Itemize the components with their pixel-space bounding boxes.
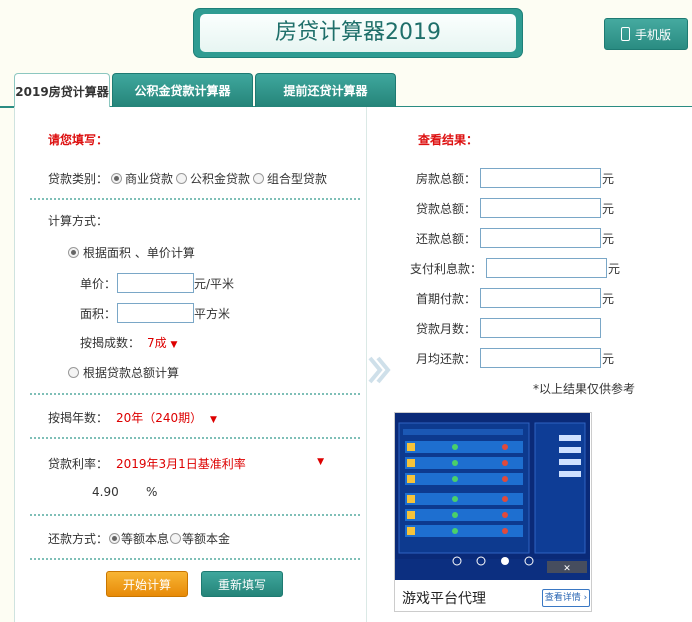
- result-unit: 元: [608, 262, 621, 276]
- loan-type-fund-radio[interactable]: [176, 173, 188, 184]
- result-down-payment-field[interactable]: [480, 288, 601, 308]
- result-unit: 元: [602, 232, 615, 246]
- loan-type-commercial-radio[interactable]: [111, 173, 123, 184]
- method-area-label: 根据面积 、单价计算: [83, 246, 195, 260]
- ad-caption: 游戏平台代理: [402, 591, 486, 607]
- method-total-radio[interactable]: [68, 367, 79, 378]
- years-label: 按揭年数：: [48, 411, 109, 425]
- result-house-total-label: 房款总额：: [415, 172, 476, 186]
- result-interest-label: 支付利息款：: [409, 262, 482, 276]
- repay-equal-payment-label: 等额本息: [121, 532, 170, 546]
- result-months-field[interactable]: [480, 318, 601, 338]
- input-section-title: 请您填写：: [48, 133, 109, 147]
- rate-percent: %: [146, 485, 158, 499]
- result-unit: 元: [602, 292, 615, 306]
- result-section-title: 查看结果：: [418, 133, 479, 147]
- divider: [30, 393, 360, 395]
- loan-type-commercial-label: 商业贷款: [125, 172, 174, 186]
- rate-value: 2019年3月1日基准利率: [116, 457, 246, 471]
- result-house-total-field[interactable]: [480, 168, 601, 188]
- start-calculation-button[interactable]: 开始计算: [106, 571, 188, 597]
- divider: [30, 437, 360, 439]
- repay-row: 还款方式： 等额本息 等额本金: [48, 530, 230, 547]
- loan-type-row: 贷款类别： 商业贷款 公积金贷款 组合型贷款: [48, 170, 327, 187]
- method-area-row: 根据面积 、单价计算: [68, 244, 195, 261]
- result-months-label: 贷款月数：: [415, 322, 476, 336]
- mortgage-ratio-label: 按揭成数：: [80, 336, 141, 350]
- tab-prepayment-calculator[interactable]: 提前还贷计算器: [255, 73, 396, 107]
- result-repay-total-label: 还款总额：: [415, 232, 476, 246]
- ad-screenshot-graphic: ✕: [395, 413, 590, 580]
- method-total-label: 根据贷款总额计算: [83, 366, 180, 380]
- dropdown-arrow-icon: ▼: [317, 457, 324, 467]
- ad-image[interactable]: ✕: [395, 413, 590, 580]
- result-interest-field[interactable]: [486, 258, 607, 278]
- rate-label: 贷款利率：: [48, 457, 109, 471]
- arrow-divider-icon: [366, 355, 392, 385]
- rate-select[interactable]: 2019年3月1日基准利率 ▼: [116, 455, 326, 472]
- repay-equal-payment-radio[interactable]: [109, 533, 121, 544]
- mobile-version-button[interactable]: 手机版: [604, 18, 688, 50]
- area-input[interactable]: [117, 303, 194, 323]
- tab-provident-fund-calculator[interactable]: 公积金贷款计算器: [112, 73, 253, 107]
- result-unit: 元: [602, 352, 615, 366]
- dropdown-arrow-icon: ▼: [210, 415, 217, 425]
- years-select[interactable]: 20年（240期） ▼: [116, 409, 217, 426]
- mortgage-ratio-value: 7成: [147, 336, 167, 350]
- repay-label: 还款方式：: [48, 532, 109, 546]
- calc-method-label: 计算方式：: [48, 214, 109, 228]
- reset-button[interactable]: 重新填写: [201, 571, 283, 597]
- result-down-payment-label: 首期付款：: [415, 292, 476, 306]
- result-unit: 元: [602, 202, 615, 216]
- result-loan-total-label: 贷款总额：: [415, 202, 476, 216]
- result-repay-total-field[interactable]: [480, 228, 601, 248]
- method-area-radio[interactable]: [68, 247, 79, 258]
- result-note: *以上结果仅供参考: [533, 382, 636, 396]
- loan-type-label: 贷款类别：: [48, 172, 109, 186]
- result-monthly-field[interactable]: [480, 348, 601, 368]
- rate-number-input[interactable]: 4.90: [92, 485, 119, 499]
- unit-price-input[interactable]: [117, 273, 194, 293]
- phone-icon: [620, 27, 630, 41]
- result-monthly-label: 月均还款：: [415, 352, 476, 366]
- loan-type-combo-label: 组合型贷款: [267, 172, 328, 186]
- mortgage-ratio-select[interactable]: 7成 ▼: [147, 334, 177, 351]
- method-total-row: 根据贷款总额计算: [68, 364, 179, 381]
- mobile-version-label: 手机版: [634, 27, 671, 42]
- repay-equal-principal-radio[interactable]: [170, 533, 182, 544]
- repay-equal-principal-label: 等额本金: [182, 532, 231, 546]
- result-loan-total-field[interactable]: [480, 198, 601, 218]
- loan-type-combo-radio[interactable]: [253, 173, 265, 184]
- years-value: 20年（240期）: [116, 411, 203, 425]
- area-unit: 平方米: [194, 307, 231, 321]
- ad-detail-button[interactable]: 查看详情 ›: [542, 589, 590, 607]
- loan-type-fund-label: 公积金贷款: [190, 172, 251, 186]
- area-label: 面积：: [80, 307, 117, 321]
- page-title: 房贷计算器2019: [275, 20, 441, 45]
- divider: [30, 198, 360, 200]
- result-unit: 元: [602, 172, 615, 186]
- unit-price-label: 单价：: [80, 277, 117, 291]
- divider: [30, 558, 360, 560]
- svg-text:✕: ✕: [563, 564, 571, 574]
- tab-mortgage-calculator[interactable]: 2019房贷计算器: [14, 73, 110, 109]
- unit-price-unit: 元/平米: [194, 277, 235, 291]
- divider: [30, 514, 360, 516]
- dropdown-arrow-icon: ▼: [170, 340, 178, 350]
